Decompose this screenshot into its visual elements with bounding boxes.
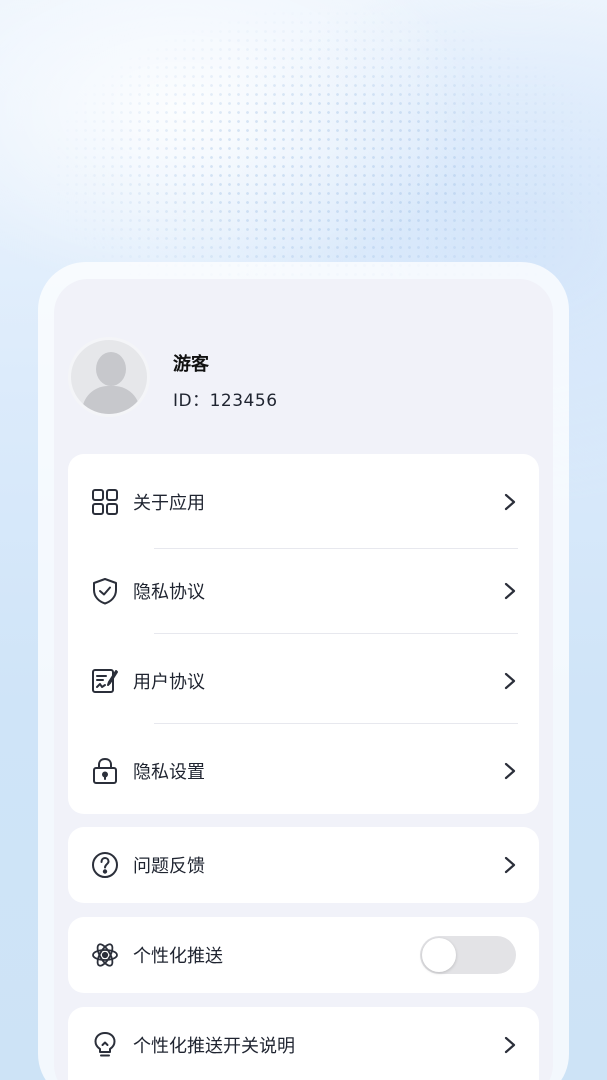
menu-item-label: 个性化推送 bbox=[133, 946, 223, 967]
user-id-label: ID： bbox=[173, 391, 210, 411]
menu-item-push-explanation[interactable]: 个性化推送开关说明 bbox=[68, 1005, 539, 1080]
avatar-head-shape bbox=[96, 352, 126, 386]
question-circle-icon bbox=[90, 850, 120, 880]
toggle-knob bbox=[422, 938, 456, 972]
menu-item-label: 关于应用 bbox=[133, 493, 205, 514]
menu-group-feedback: 问题反馈 bbox=[68, 827, 539, 903]
menu-item-user-agreement[interactable]: 用户协议 bbox=[68, 641, 539, 721]
chevron-right-icon bbox=[503, 855, 517, 875]
grid-apps-icon bbox=[90, 487, 120, 517]
chevron-right-icon bbox=[503, 671, 517, 691]
chevron-right-icon bbox=[503, 492, 517, 512]
avatar-body-shape bbox=[82, 386, 140, 414]
menu-item-privacy-settings[interactable]: 隐私设置 bbox=[68, 731, 539, 811]
divider bbox=[154, 723, 518, 724]
menu-group-personalized-push: 个性化推送 bbox=[68, 917, 539, 993]
menu-item-label: 个性化推送开关说明 bbox=[133, 1036, 295, 1057]
shield-check-icon bbox=[90, 576, 120, 606]
username: 游客 bbox=[173, 354, 209, 375]
user-id-value: 123456 bbox=[209, 391, 278, 411]
menu-item-label: 用户协议 bbox=[133, 672, 205, 693]
lock-icon bbox=[90, 756, 120, 786]
profile-header[interactable]: 游客 ID：123456 bbox=[68, 337, 538, 419]
avatar[interactable] bbox=[68, 337, 150, 417]
menu-group-push-explanation: 个性化推送开关说明 bbox=[68, 1007, 539, 1080]
chevron-right-icon bbox=[503, 581, 517, 601]
divider bbox=[154, 633, 518, 634]
menu-item-about-app[interactable]: 关于应用 bbox=[68, 462, 539, 542]
user-id: ID：123456 bbox=[173, 386, 278, 411]
chevron-right-icon bbox=[503, 761, 517, 781]
lightbulb-icon bbox=[90, 1030, 120, 1060]
menu-item-label: 隐私设置 bbox=[133, 762, 205, 783]
menu-item-personalized-push: 个性化推送 bbox=[68, 915, 539, 995]
menu-item-label: 隐私协议 bbox=[133, 582, 205, 603]
menu-group-main: 关于应用 隐私协议 用户协议 隐私设置 bbox=[68, 454, 539, 814]
divider bbox=[154, 548, 518, 549]
atom-icon bbox=[90, 940, 120, 970]
document-sign-icon bbox=[90, 666, 120, 696]
menu-item-label: 问题反馈 bbox=[133, 856, 205, 877]
personalized-push-toggle[interactable] bbox=[420, 936, 516, 974]
chevron-right-icon bbox=[503, 1035, 517, 1055]
menu-item-feedback[interactable]: 问题反馈 bbox=[68, 825, 539, 905]
menu-item-privacy-policy[interactable]: 隐私协议 bbox=[68, 551, 539, 631]
